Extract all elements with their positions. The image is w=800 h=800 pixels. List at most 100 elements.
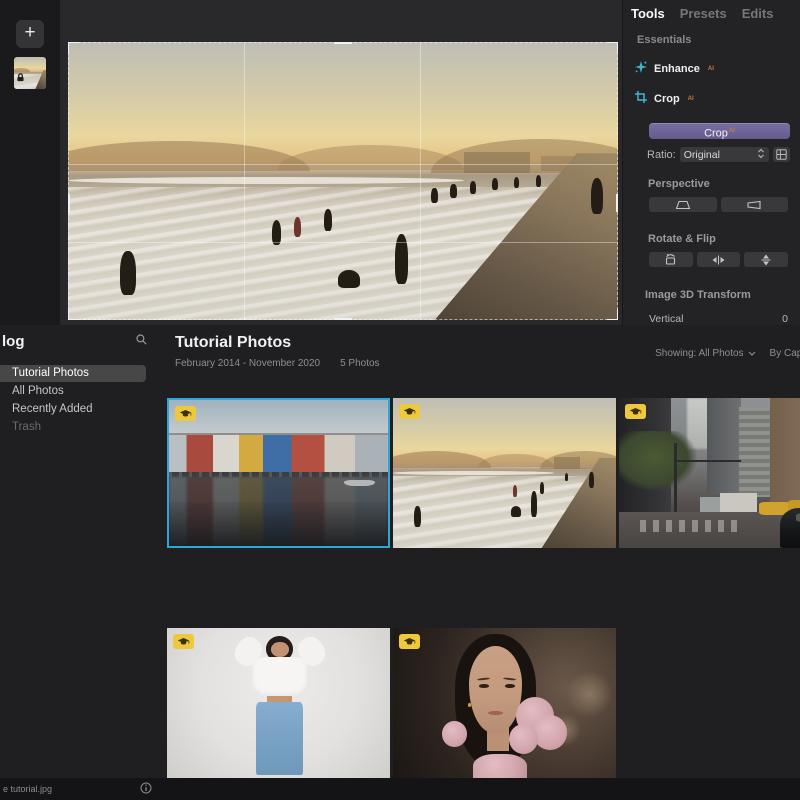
person-silhouette <box>414 506 421 527</box>
filter-label: Showing: All Photos <box>655 348 743 359</box>
crop-grid-line <box>244 43 245 319</box>
flip-vertical-button[interactable] <box>744 252 788 267</box>
application-window: + <box>0 0 800 800</box>
album-photo-count: 5 Photos <box>340 358 379 369</box>
crop-handle-bottom-right[interactable] <box>607 309 618 320</box>
chevron-up-down-icon <box>757 148 765 162</box>
face <box>271 642 289 657</box>
sort-dropdown[interactable]: By Captur <box>770 348 800 359</box>
enhance-sparkle-icon <box>635 61 647 76</box>
rotate-button[interactable] <box>649 252 693 267</box>
transform-3d-section-title: Image 3D Transform <box>645 289 800 301</box>
crop-handle-left[interactable] <box>68 194 70 212</box>
crop-icon <box>635 91 647 106</box>
crop-grid-line <box>69 242 617 243</box>
rotate-flip-section-title: Rotate & Flip <box>648 233 800 245</box>
person-silhouette <box>589 472 593 489</box>
tutorial-badge-icon <box>399 404 420 419</box>
vertical-slider-label: Vertical <box>649 313 683 325</box>
pink-ruffle <box>509 724 538 754</box>
ai-badge: AI <box>688 96 694 102</box>
crop-label: Crop <box>654 93 680 105</box>
crop-apply-button[interactable]: CropAI <box>649 123 790 139</box>
perspective-section-title: Perspective <box>648 178 800 190</box>
perspective-buttons <box>649 197 788 212</box>
add-button[interactable]: + <box>16 20 44 48</box>
tab-presets[interactable]: Presets <box>680 6 727 21</box>
enhance-label: Enhance <box>654 63 700 75</box>
ratio-label: Ratio: <box>647 149 676 161</box>
library-strip: + <box>0 0 60 325</box>
sidebar-item-all-photos[interactable]: All Photos <box>0 383 156 400</box>
crop-handle-bottom[interactable] <box>334 318 352 320</box>
traffic-pole <box>674 443 678 515</box>
tab-edits[interactable]: Edits <box>742 6 774 21</box>
sidebar-item-recently-added[interactable]: Recently Added <box>0 401 156 418</box>
truck <box>720 493 756 513</box>
crop-handle-top[interactable] <box>334 42 352 44</box>
crop-grid-line <box>69 164 617 165</box>
photo-thumbnail-portrait-white[interactable] <box>167 628 390 778</box>
house-row <box>169 435 388 473</box>
album-date-range: February 2014 - November 2020 <box>175 358 320 369</box>
pink-ruffle <box>533 715 566 750</box>
essentials-section-title: Essentials <box>637 34 800 46</box>
chevron-down-icon <box>748 351 756 356</box>
person-silhouette <box>511 506 521 517</box>
car-window <box>796 512 800 523</box>
person-silhouette <box>540 482 544 494</box>
status-bar: e tutorial.jpg <box>0 778 800 800</box>
photo-grid <box>167 398 800 778</box>
photo-thumbnail-portrait-pink[interactable] <box>393 628 616 778</box>
crop-grid-line <box>420 43 421 319</box>
crosswalk <box>640 520 739 532</box>
enhance-tool[interactable]: Enhance AI <box>635 61 800 76</box>
tools-panel: Tools Presets Edits Essentials Enhance AI… <box>622 0 800 325</box>
catalog-title: log <box>2 333 25 350</box>
rotate-flip-buttons <box>649 252 788 267</box>
vertical-slider-value: 0 <box>782 313 788 325</box>
crop-handle-top-right[interactable] <box>607 42 618 53</box>
tutorial-badge-icon <box>173 634 194 649</box>
info-icon[interactable] <box>140 782 152 796</box>
keystone-vertical-button[interactable] <box>721 197 789 212</box>
crop-handle-right[interactable] <box>616 194 618 212</box>
sidebar-item-tutorial-photos[interactable]: Tutorial Photos <box>0 365 146 382</box>
lips <box>488 711 504 716</box>
ratio-value: Original <box>684 149 720 161</box>
canal-houses-photo <box>169 400 388 546</box>
crop-handle-top-left[interactable] <box>68 42 79 53</box>
ai-badge: AI <box>708 66 714 72</box>
crop-grid-options-button[interactable] <box>773 147 790 162</box>
photo-viewer <box>60 0 622 325</box>
filter-dropdown[interactable]: Showing: All Photos <box>655 348 755 359</box>
search-icon[interactable] <box>136 332 147 350</box>
ratio-select[interactable]: Original <box>680 147 769 162</box>
city-street-photo <box>619 398 800 548</box>
photo-thumbnail-beach-sunset[interactable] <box>393 398 616 548</box>
crop-tool[interactable]: Crop AI <box>635 91 800 106</box>
building <box>770 398 800 506</box>
sidebar-item-trash[interactable]: Trash <box>0 419 156 436</box>
filmstrip-thumbnail[interactable] <box>14 57 46 89</box>
photo-thumbnail-city-street[interactable] <box>619 398 800 548</box>
ai-badge: AI <box>729 128 735 134</box>
eye <box>505 684 515 688</box>
building <box>739 407 770 497</box>
background-light <box>567 670 612 718</box>
person-silhouette <box>531 491 537 517</box>
flip-horizontal-button[interactable] <box>697 252 741 267</box>
photo-thumbnail-canal-houses[interactable] <box>167 398 390 548</box>
current-filename: e tutorial.jpg <box>3 784 52 794</box>
crop-handle-bottom-left[interactable] <box>68 309 79 320</box>
wave-crest <box>393 471 554 475</box>
catalog-sidebar: log Tutorial Photos All Photos Recently … <box>0 325 156 778</box>
main-photo-canvas[interactable] <box>68 42 618 320</box>
ratio-row: Ratio: Original <box>647 147 790 162</box>
beach-photo-thumb <box>393 398 616 548</box>
eye <box>479 684 489 688</box>
tab-tools[interactable]: Tools <box>631 6 665 21</box>
library-browser: log Tutorial Photos All Photos Recently … <box>0 325 800 778</box>
keystone-horizontal-button[interactable] <box>649 197 717 212</box>
boat <box>344 480 375 486</box>
